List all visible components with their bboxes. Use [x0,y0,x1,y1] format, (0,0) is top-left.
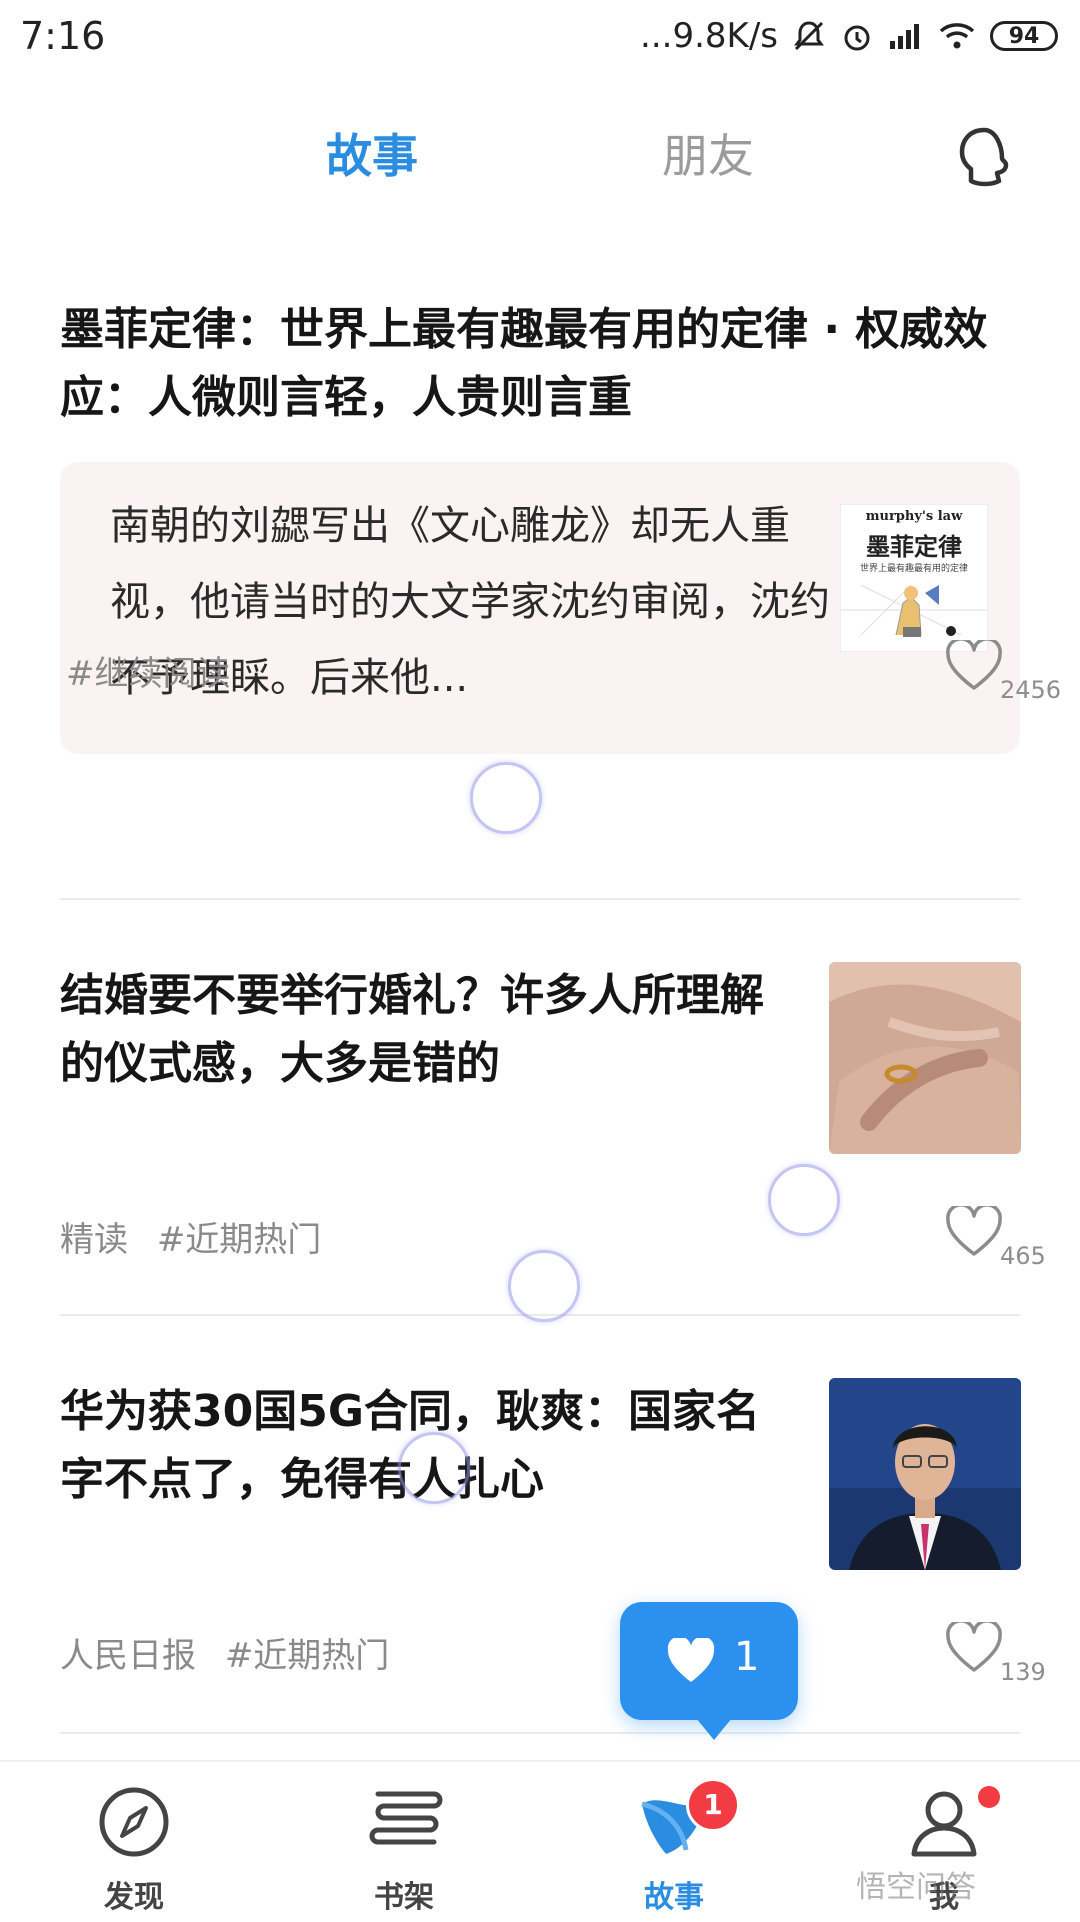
status-bar: 7:16 ...9.8K/s 94 [0,0,1080,76]
article-card[interactable]: 华为获30国5G合同，耿爽：国家名字不点了，免得有人扎心 人民日报 #近期热门 … [60,1378,1046,1686]
touch-ripple [470,762,542,834]
article-card[interactable]: 墨菲定律：世界上最有趣最有用的定律 · 权威效应：人微则言轻，人贵则言重 南朝的… [60,296,1061,856]
like-button[interactable]: 2456 [946,637,1066,710]
touch-ripple [398,1432,470,1504]
article-title[interactable]: 墨菲定律：世界上最有趣最有用的定律 · 权威效应：人微则言轻，人贵则言重 [60,296,1020,432]
tag[interactable]: #近期热门 [157,1220,322,1260]
heart-outline-icon [946,1619,1002,1672]
article-thumbnail[interactable] [829,1378,1021,1570]
tag[interactable]: #继续阅读 [66,654,231,694]
battery-icon: 94 [990,21,1058,51]
like-count: 465 [1000,1242,1046,1270]
alarm-icon [840,19,874,53]
like-button[interactable]: 139 [946,1619,1066,1692]
nav-label: 故事 [644,1880,704,1915]
article-thumbnail[interactable] [829,962,1021,1154]
network-speed: ...9.8K/s [640,16,778,56]
book-cover-thumbnail: murphy's law 墨菲定律 世界上最有趣最有用的定律 [840,504,988,652]
top-tab-bar: 故事 朋友 [0,100,1080,210]
tag[interactable]: #近期热门 [225,1636,390,1676]
bookshelf-icon [369,1791,443,1845]
nav-bookshelf[interactable]: 书架 [334,1784,474,1916]
nav-label: 书架 [374,1880,434,1915]
tag[interactable]: 人民日报 [60,1636,196,1676]
article-tags: #继续阅读 [66,646,249,695]
spokesman-photo [829,1378,1021,1570]
article-card[interactable]: 结婚要不要举行婚礼？许多人所理解的仪式感，大多是错的 精读 #近期热门 465 [60,962,1046,1270]
hands-with-ring-photo [829,962,1021,1154]
article-title[interactable]: 结婚要不要举行婚礼？许多人所理解的仪式感，大多是错的 [60,962,780,1098]
like-count: 2456 [1000,676,1062,704]
tab-friends[interactable]: 朋友 [662,120,754,186]
nav-label: 发现 [104,1880,164,1915]
like-button[interactable]: 465 [946,1203,1066,1276]
divider [60,1732,1020,1734]
status-icons: ...9.8K/s 94 [640,14,1058,58]
mute-bell-icon [792,19,826,53]
nav-discover[interactable]: 发现 [64,1784,204,1916]
heart-filled-icon [667,1638,715,1682]
like-popup[interactable]: 1 [620,1602,798,1740]
article-tags: 精读 #近期热门 [60,1212,339,1261]
heart-outline-icon [946,637,1002,690]
status-time: 7:16 [20,14,106,58]
signal-icon [888,21,924,51]
book-cover-illustration [841,584,987,637]
notification-dot [978,1786,1000,1808]
watermark: 悟空问答 [856,1870,976,1905]
popup-like-count: 1 [734,1634,760,1680]
heart-outline-icon [946,1203,1002,1256]
touch-ripple [508,1250,580,1322]
tag[interactable]: 精读 [60,1220,128,1260]
wifi-icon [938,21,976,51]
excerpt-box[interactable]: 南朝的刘勰写出《文心雕龙》却无人重视，他请当时的大文学家沈约审阅，沈约不予理睬。… [60,462,1020,754]
profile-head-icon[interactable] [954,124,1014,194]
book-subtitle: 世界上最有趣最有用的定律 [859,564,968,574]
nav-story[interactable]: 1 故事 [604,1778,744,1916]
tab-story[interactable]: 故事 [326,120,418,186]
divider [60,898,1020,900]
compass-icon [99,1787,169,1857]
notification-badge: 1 [686,1778,740,1832]
like-count: 139 [1000,1658,1046,1686]
user-icon [911,1791,977,1857]
book-title-en: murphy's law [865,509,963,524]
article-tags: 人民日报 #近期热门 [60,1628,407,1677]
touch-ripple [768,1164,840,1236]
book-title-cn: 墨菲定律 [866,533,962,561]
